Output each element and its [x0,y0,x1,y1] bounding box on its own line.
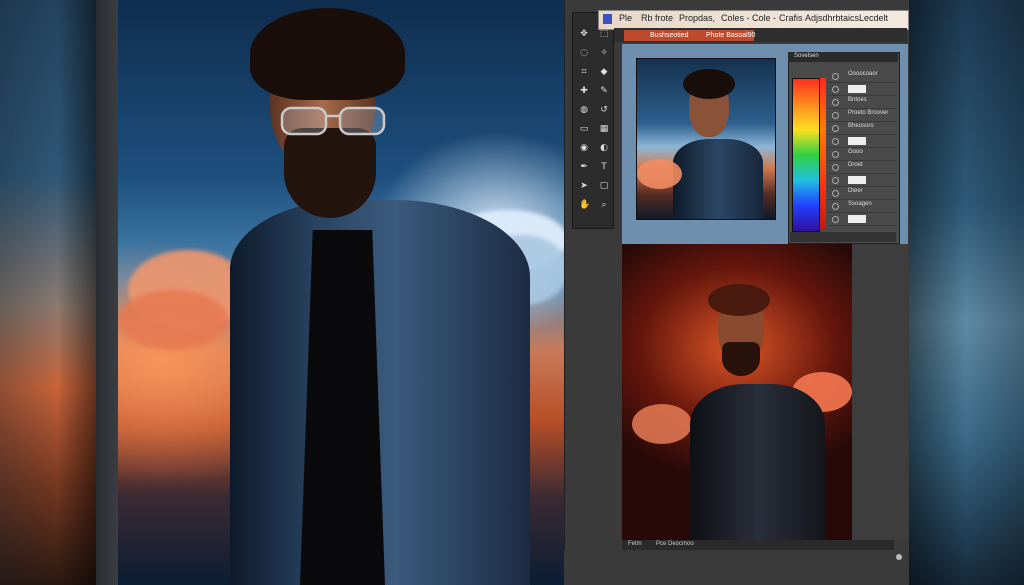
eye-icon[interactable] [832,164,839,171]
layer-row[interactable]: Proeto Broover [828,109,896,122]
thumb-person-body [673,139,763,219]
gradient-icon[interactable]: ▦ [599,124,609,134]
layer-label: Proeto Broover [848,110,889,116]
eyedropper-icon[interactable]: ◆ [599,67,609,77]
cloud-left-2 [118,290,228,350]
canvas-person-beard [722,342,760,376]
blurred-background-left [0,0,96,585]
eye-icon[interactable] [832,216,839,223]
menu-item-file[interactable]: Ple [619,13,632,23]
canvas-cloud-left [632,404,692,444]
layer-row[interactable]: Bntoes [828,96,896,109]
layer-label: Gooo [848,149,863,155]
layer-thumbnail [848,215,866,223]
zoom-icon[interactable]: ⌕ [599,200,609,210]
shape-icon[interactable]: ▢ [599,181,609,191]
status-zoom: Fetm [628,541,642,547]
dodge-icon[interactable]: ◐ [599,143,609,153]
status-bar: Fetm Pce Deocmoo [622,540,894,550]
hue-strip[interactable] [820,78,826,230]
layer-thumbnail [848,176,866,184]
glasses-icon [280,106,386,136]
layer-row[interactable]: Gooo [828,148,896,161]
tab-label-right: Phote Basoal90 [706,32,756,39]
hand-icon[interactable]: ✋ [579,200,590,210]
brush-icon[interactable]: ✎ [599,86,609,96]
layer-label: Bntoes [848,97,867,103]
thumb-cloud [637,159,682,189]
eye-icon[interactable] [832,125,839,132]
eye-icon[interactable] [832,99,839,106]
healing-icon[interactable]: ✚ [579,86,589,96]
blur-icon[interactable]: ◉ [579,143,589,153]
marquee-icon[interactable]: ⬚ [599,29,609,39]
layer-row[interactable]: Ssoagen [828,200,896,213]
menu-item-crafis[interactable]: Crafis [779,13,803,23]
layer-row[interactable] [828,213,896,226]
layer-label: Droet [848,162,863,168]
layer-label: Bheosoro [848,123,874,129]
person-beard [284,128,376,218]
eye-icon[interactable] [832,151,839,158]
layer-label: Ssoagen [848,201,872,207]
layer-row[interactable] [828,83,896,96]
move-icon[interactable]: ✥ [579,29,589,39]
layer-thumbnail [848,137,866,145]
menu-item-propdas[interactable]: Propdas, [679,13,715,23]
thumbnail-preview[interactable] [636,58,776,220]
history-brush-icon[interactable]: ↺ [599,105,609,115]
eye-icon[interactable] [832,73,839,80]
crop-icon[interactable]: ⌗ [579,67,589,77]
eye-icon[interactable] [832,177,839,184]
status-info: Pce Deocmoo [656,541,694,547]
layer-row[interactable]: Droet [828,161,896,174]
canvas-gutter [852,244,908,540]
magic-wand-icon[interactable]: ✧ [599,48,609,58]
menu-bar: Ple Rb frote Propdas, Coles - Cole - Cra… [598,10,909,30]
layer-row[interactable]: Oooocoaor [828,70,896,83]
type-icon[interactable]: T [599,162,609,172]
document-tab[interactable]: Bushseotied Phote Basoal90 [624,30,756,41]
layer-label: Dteer [848,188,863,194]
window-bottom [564,550,908,585]
eye-icon[interactable] [832,138,839,145]
layer-row[interactable]: Bheosoro [828,122,896,135]
layer-thumbnail [848,85,866,93]
menu-item-frote[interactable]: Rb frote [641,13,673,23]
thumb-person-hair [683,69,735,99]
layers-panel-header: Sovelsen [788,52,898,62]
lasso-icon[interactable]: ◌ [579,48,589,58]
pen-icon[interactable]: ✒ [579,162,589,172]
canvas-person-hair [708,284,770,316]
tools-panel: ✥ ⬚ ◌ ✧ ⌗ ◆ ✚ ✎ ◍ ↺ ▭ ▦ ◉ ◐ ✒ T ➤ ▢ ✋ ⌕ [572,12,614,229]
canvas-person-body [690,384,825,540]
layer-row[interactable] [828,135,896,148]
layer-row[interactable] [828,174,896,187]
image-canvas[interactable] [622,244,852,540]
frame-divider [96,0,118,585]
blurred-background-right [908,0,1024,585]
layer-label: Oooocoaor [848,71,878,77]
path-select-icon[interactable]: ➤ [579,181,589,191]
eraser-icon[interactable]: ▭ [579,124,589,134]
eye-icon[interactable] [832,190,839,197]
person-hair [250,8,405,100]
tab-label-left: Bushseotied [650,32,689,39]
color-spectrum-slider[interactable] [792,78,820,232]
resize-grip-icon[interactable] [896,554,902,560]
menu-item-adjustments[interactable]: Adjsdhrbtaics [805,13,859,23]
eye-icon[interactable] [832,203,839,210]
layer-row[interactable]: Dteer [828,187,896,200]
menu-item-lecdelt[interactable]: Lecdelt [859,13,888,23]
panel-header-label: Sovelsen [794,53,819,59]
eye-icon[interactable] [832,86,839,93]
menu-item-coles[interactable]: Coles - Cole - [721,13,776,23]
stamp-icon[interactable]: ◍ [579,105,589,115]
eye-icon[interactable] [832,112,839,119]
app-logo-icon [603,14,612,24]
person-black-shirt [300,230,385,585]
layers-panel-footer [790,232,896,242]
